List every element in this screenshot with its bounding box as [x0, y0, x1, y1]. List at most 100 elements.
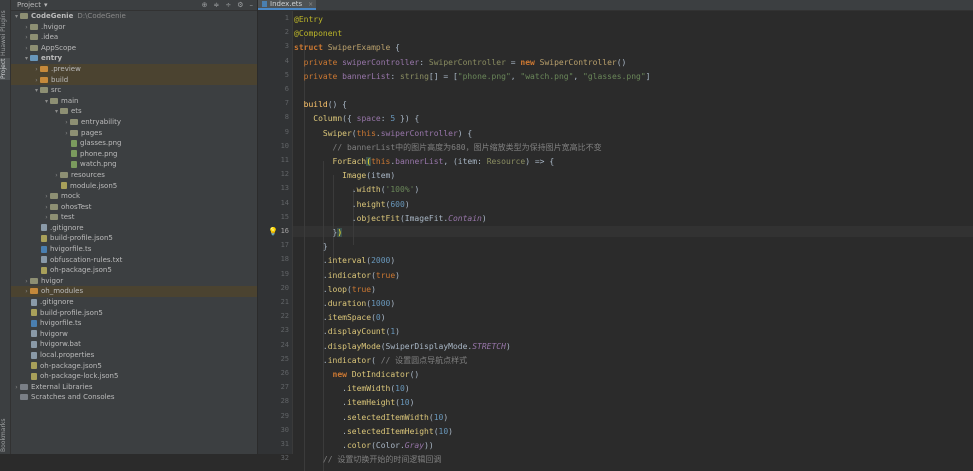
code-line[interactable]: // bannerList中的图片高度为680，图片缩放类型为保持图片宽高比不变	[294, 142, 602, 154]
tree-item[interactable]: phone.png	[11, 149, 257, 160]
tree-item[interactable]: › test	[11, 212, 257, 223]
tree-item[interactable]: › External Libraries	[11, 382, 257, 393]
code-line[interactable]: build() {	[294, 99, 347, 111]
code-line[interactable]: Image(item)	[294, 170, 395, 182]
code-token: item:	[457, 157, 487, 166]
tree-item[interactable]: Scratches and Consoles	[11, 392, 257, 403]
code-line[interactable]: .interval(2000)	[294, 255, 395, 267]
code-token: displayCount	[327, 327, 386, 337]
code-line[interactable]: @Entry	[294, 14, 323, 26]
toolbar-icon-0[interactable]: ⊕	[202, 1, 208, 9]
tree-item[interactable]: watch.png	[11, 159, 257, 170]
tree-item[interactable]: build-profile.json5	[11, 233, 257, 244]
tab-index-ets[interactable]: Index.ets ×	[258, 0, 317, 10]
toolbar-icon-3[interactable]: ⚙	[237, 1, 243, 9]
code-line[interactable]: .selectedItemWidth(10)	[294, 412, 448, 424]
tree-item[interactable]: › oh_modules	[11, 286, 257, 298]
code-token: Swiper	[294, 128, 352, 138]
tree-item[interactable]: › entryability	[11, 117, 257, 128]
code-token: )	[390, 299, 396, 308]
toolbar-icon-2[interactable]: ÷	[225, 1, 231, 9]
code-line[interactable]: .itemSpace(0)	[294, 312, 386, 324]
tree-item[interactable]: oh-package.json5	[11, 265, 257, 276]
tree-item[interactable]: ▾ CodeGenie D:\CodeGenie	[11, 11, 257, 22]
file-icon	[31, 309, 37, 317]
tree-item[interactable]: hvigorfile.ts	[11, 244, 257, 255]
tree-item-label: ohosTest	[61, 202, 92, 211]
bookmarks-tool-tab[interactable]: Bookmarks	[0, 418, 10, 452]
tree-item[interactable]: › ohosTest	[11, 202, 257, 213]
tree-item[interactable]: › AppScope	[11, 43, 257, 54]
toolbar-icon-1[interactable]: ≑	[213, 1, 219, 9]
code-line[interactable]: new DotIndicator()	[294, 369, 420, 381]
tree-item[interactable]: obfuscation-rules.txt	[11, 255, 257, 266]
tree-item[interactable]: glasses.png	[11, 138, 257, 149]
code-line[interactable]: .height(600)	[294, 199, 410, 211]
code-token: // 设置切换开始的时间逻辑回调	[294, 455, 442, 465]
folder-icon	[60, 108, 68, 115]
code-line[interactable]: Column({ space: 5 }) {	[294, 113, 419, 125]
code-line[interactable]: .width('100%')	[294, 184, 419, 196]
tree-item[interactable]: hvigorfile.ts	[11, 318, 257, 329]
code-line[interactable]: .indicator(true)	[294, 270, 400, 282]
huawei-plugins-tab[interactable]: Huawei Plugins	[0, 10, 10, 56]
code-token: interval	[327, 256, 367, 266]
code-line[interactable]: // 设置切换开始的时间逻辑回调	[294, 454, 441, 466]
tree-item[interactable]: › mock	[11, 191, 257, 202]
close-icon[interactable]: ×	[308, 0, 313, 10]
tree-item[interactable]: › build	[11, 74, 257, 86]
code-line[interactable]: struct SwiperExample {	[294, 42, 400, 54]
tree-item[interactable]: build-profile.json5	[11, 308, 257, 319]
code-line[interactable]: .objectFit(ImageFit.Contain)	[294, 213, 487, 225]
tree-item[interactable]: .gitignore	[11, 223, 257, 234]
tree-item[interactable]: oh-package.json5	[11, 361, 257, 372]
code-token: ))	[424, 441, 434, 450]
tree-item[interactable]: ▾ main	[11, 96, 257, 107]
tree-item[interactable]: › pages	[11, 128, 257, 139]
code-line[interactable]: .loop(true)	[294, 284, 376, 296]
code-line[interactable]: .indicator( // 设置圆点导航点样式	[294, 355, 467, 367]
code-line[interactable]: @Component	[294, 28, 342, 40]
code-line[interactable]: .itemWidth(10)	[294, 383, 409, 395]
file-icon	[41, 224, 47, 232]
toolbar-icon-4[interactable]: –	[250, 1, 254, 9]
code-line[interactable]: .selectedItemHeight(10)	[294, 426, 453, 438]
code-token: .	[294, 412, 347, 422]
tree-item[interactable]: › resources	[11, 170, 257, 181]
code-token: =	[505, 57, 521, 67]
file-icon	[41, 234, 47, 242]
folder-icon	[40, 65, 48, 72]
code-token: // bannerList中的图片高度为680，图片缩放类型为保持图片宽高比不变	[294, 142, 602, 152]
tree-item[interactable]: ▾ src	[11, 85, 257, 96]
tree-item[interactable]: module.json5	[11, 181, 257, 192]
code-line[interactable]: private bannerList: string[] = ["phone.p…	[294, 71, 651, 83]
code-line[interactable]: private swiperController: SwiperControll…	[294, 57, 627, 69]
tree-item[interactable]: .gitignore	[11, 297, 257, 308]
code-line[interactable]: Swiper(this.swiperController) {	[294, 128, 472, 140]
code-area[interactable]: @Entry @Component struct SwiperExample { p…	[294, 11, 973, 471]
code-line[interactable]: .color(Color.Gray))	[294, 440, 434, 452]
code-line[interactable]: .displayMode(SwiperDisplayMode.STRETCH)	[294, 341, 511, 353]
tree-item[interactable]: › .preview	[11, 63, 257, 75]
code-line[interactable]: ForEach(this.bannerList, (item: Resource…	[294, 156, 554, 168]
tree-item[interactable]: ▾ entry	[11, 53, 257, 64]
code-line[interactable]: })	[294, 227, 343, 239]
code-line[interactable]: .displayCount(1)	[294, 326, 400, 338]
tree-item[interactable]: › .idea	[11, 32, 257, 43]
code-line[interactable]: }	[294, 241, 328, 253]
code-token: Contain	[448, 213, 482, 223]
code-token: )	[380, 313, 386, 323]
tree-item[interactable]: › hvigor	[11, 276, 257, 287]
folder-icon	[30, 23, 38, 30]
tree-item[interactable]: local.properties	[11, 350, 257, 361]
tree-item[interactable]: hvigorw.bat	[11, 339, 257, 350]
tree-item[interactable]: hvigorw	[11, 329, 257, 340]
project-tool-tab[interactable]: Project	[0, 58, 10, 80]
code-line[interactable]: .itemHeight(10)	[294, 397, 414, 409]
tree-item[interactable]: oh-package-lock.json5	[11, 371, 257, 382]
tree-item[interactable]: ▾ ets	[11, 106, 257, 117]
code-token: }	[294, 242, 328, 252]
project-view-selector[interactable]: Project ▾	[17, 1, 47, 9]
code-line[interactable]: .duration(1000)	[294, 298, 395, 310]
tree-item[interactable]: › .hvigor	[11, 22, 257, 33]
